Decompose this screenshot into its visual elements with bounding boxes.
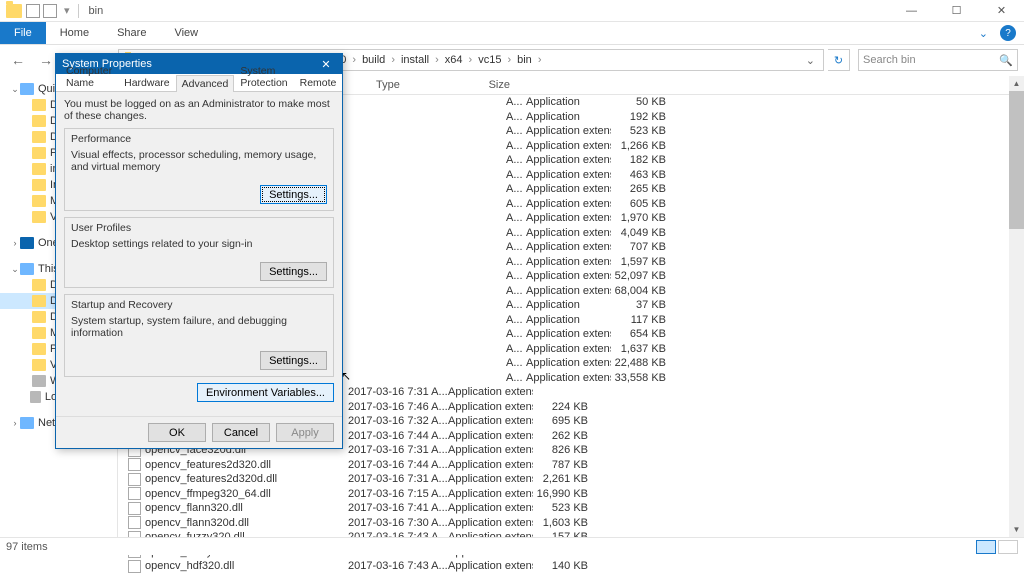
- user-profiles-legend: User Profiles: [71, 222, 327, 234]
- search-placeholder: Search bin: [863, 54, 916, 66]
- chevron-right-icon[interactable]: ›: [505, 54, 513, 66]
- dialog-tabs: Computer Name Hardware Advanced System P…: [56, 74, 342, 92]
- vertical-scrollbar[interactable]: ▲ ▼: [1009, 76, 1024, 537]
- performance-settings-button[interactable]: Settings...: [260, 185, 327, 204]
- scroll-thumb[interactable]: [1009, 91, 1024, 229]
- startup-settings-button[interactable]: Settings...: [260, 351, 327, 370]
- search-icon: 🔍: [999, 54, 1013, 67]
- file-row[interactable]: opencv_features2d320.dll2017-03-16 7:44 …: [118, 458, 1024, 473]
- file-icon: [128, 473, 141, 486]
- tab-computer-name[interactable]: Computer Name: [60, 62, 118, 91]
- ribbon-expand-icon[interactable]: ⌄: [971, 22, 996, 44]
- chevron-right-icon[interactable]: ›: [536, 54, 544, 66]
- file-tab[interactable]: File: [0, 22, 46, 44]
- startup-recovery-group: Startup and Recovery System startup, sys…: [64, 294, 334, 377]
- file-icon: [128, 487, 141, 500]
- admin-note: You must be logged on as an Administrato…: [64, 98, 334, 122]
- tab-advanced[interactable]: Advanced: [176, 75, 235, 92]
- qat-dropdown-icon[interactable]: ▾: [60, 4, 74, 17]
- file-icon: [128, 502, 141, 515]
- chevron-right-icon[interactable]: ›: [433, 54, 441, 66]
- divider: [78, 4, 79, 18]
- scroll-down-icon[interactable]: ▼: [1009, 522, 1024, 537]
- breadcrumb-item[interactable]: x64: [441, 54, 467, 66]
- help-icon[interactable]: ?: [1000, 25, 1016, 41]
- file-icon: [128, 560, 141, 573]
- apply-button[interactable]: Apply: [276, 423, 334, 442]
- file-row[interactable]: opencv_flann320.dll2017-03-16 7:41 A...A…: [118, 501, 1024, 516]
- user-profiles-group: User Profiles Desktop settings related t…: [64, 217, 334, 288]
- ribbon-tab-home[interactable]: Home: [46, 22, 103, 44]
- file-row[interactable]: opencv_hdf320.dll2017-03-16 7:43 A...App…: [118, 559, 1024, 574]
- file-row[interactable]: opencv_features2d320d.dll2017-03-16 7:31…: [118, 472, 1024, 487]
- address-dropdown-icon[interactable]: ⌄: [800, 54, 821, 67]
- user-profiles-desc: Desktop settings related to your sign-in: [71, 238, 327, 250]
- tab-hardware[interactable]: Hardware: [118, 74, 176, 91]
- nav-back-button[interactable]: ←: [6, 48, 30, 72]
- scroll-up-icon[interactable]: ▲: [1009, 76, 1024, 91]
- performance-desc: Visual effects, processor scheduling, me…: [71, 149, 327, 173]
- close-button[interactable]: ✕: [979, 0, 1024, 22]
- system-properties-dialog: System Properties ✕ Computer Name Hardwa…: [55, 53, 343, 449]
- view-details-button[interactable]: [976, 540, 996, 554]
- startup-legend: Startup and Recovery: [71, 299, 327, 311]
- breadcrumb-item[interactable]: build: [358, 54, 389, 66]
- dialog-close-button[interactable]: ✕: [316, 58, 336, 71]
- file-icon: [128, 516, 141, 529]
- maximize-button[interactable]: ☐: [934, 0, 979, 22]
- col-size[interactable]: Size: [455, 79, 510, 91]
- item-count: 97 items: [6, 541, 48, 553]
- tab-system-protection[interactable]: System Protection: [234, 62, 293, 91]
- breadcrumb-item[interactable]: vc15: [474, 54, 505, 66]
- folder-icon: [6, 4, 22, 18]
- ribbon-tab-share[interactable]: Share: [103, 22, 160, 44]
- breadcrumb-item[interactable]: install: [397, 54, 433, 66]
- search-input[interactable]: Search bin 🔍: [858, 49, 1018, 71]
- refresh-button[interactable]: ↻: [828, 49, 850, 71]
- window-title: bin: [89, 5, 104, 17]
- window-titlebar: ▾ bin — ☐ ✕: [0, 0, 1024, 22]
- user-profiles-settings-button[interactable]: Settings...: [260, 262, 327, 281]
- status-bar: 97 items: [0, 537, 1024, 555]
- ribbon-tab-view[interactable]: View: [160, 22, 212, 44]
- performance-group: Performance Visual effects, processor sc…: [64, 128, 334, 211]
- breadcrumb-item[interactable]: bin: [513, 54, 536, 66]
- minimize-button[interactable]: —: [889, 0, 934, 22]
- chevron-right-icon[interactable]: ›: [350, 54, 358, 66]
- file-row[interactable]: opencv_ffmpeg320_64.dll2017-03-16 7:15 A…: [118, 487, 1024, 502]
- col-type[interactable]: Type: [370, 79, 455, 91]
- performance-legend: Performance: [71, 133, 327, 145]
- environment-variables-button[interactable]: Environment Variables...: [197, 383, 334, 402]
- file-row[interactable]: opencv_flann320d.dll2017-03-16 7:30 A...…: [118, 516, 1024, 531]
- qat-icon[interactable]: [26, 4, 40, 18]
- view-icons-button[interactable]: [998, 540, 1018, 554]
- qat-icon[interactable]: [43, 4, 57, 18]
- startup-desc: System startup, system failure, and debu…: [71, 315, 327, 339]
- chevron-right-icon[interactable]: ›: [389, 54, 397, 66]
- ok-button[interactable]: OK: [148, 423, 206, 442]
- tab-remote[interactable]: Remote: [294, 74, 343, 91]
- file-icon: [128, 458, 141, 471]
- ribbon: File Home Share View ⌄ ?: [0, 22, 1024, 45]
- cancel-button[interactable]: Cancel: [212, 423, 270, 442]
